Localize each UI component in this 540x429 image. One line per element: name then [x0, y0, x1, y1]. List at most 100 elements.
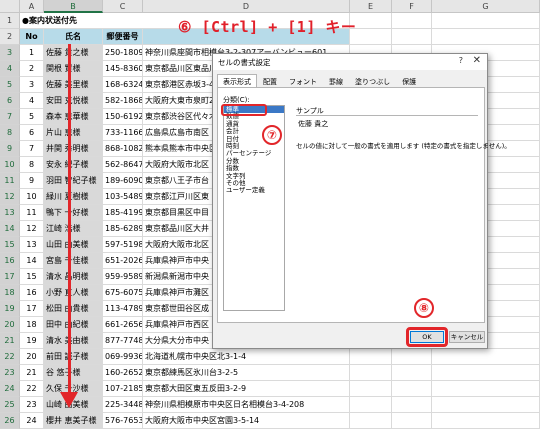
- empty-cell[interactable]: [432, 349, 540, 365]
- row-header[interactable]: 20: [0, 317, 20, 333]
- name-cell[interactable]: 江崎 浩様: [44, 221, 103, 237]
- no-cell[interactable]: 11: [20, 205, 44, 221]
- column-header-a[interactable]: A: [20, 0, 44, 13]
- no-cell[interactable]: 24: [20, 413, 44, 429]
- name-cell[interactable]: 清水 美由様: [44, 333, 103, 349]
- zip-cell[interactable]: 150-6192: [103, 109, 143, 125]
- dialog-tab[interactable]: 塗りつぶし: [349, 74, 396, 88]
- row-header[interactable]: 2: [0, 29, 20, 45]
- zip-cell[interactable]: 597-5198: [103, 237, 143, 253]
- row-header[interactable]: 15: [0, 237, 20, 253]
- empty-cell[interactable]: [392, 397, 432, 413]
- no-cell[interactable]: 6: [20, 125, 44, 141]
- empty-cell[interactable]: [350, 365, 392, 381]
- no-cell[interactable]: 23: [20, 397, 44, 413]
- row-header[interactable]: 7: [0, 109, 20, 125]
- name-cell[interactable]: 安田 克悦様: [44, 93, 103, 109]
- no-cell[interactable]: 2: [20, 61, 44, 77]
- row-header[interactable]: 26: [0, 413, 20, 429]
- zip-cell[interactable]: 582-1868: [103, 93, 143, 109]
- name-cell[interactable]: 田中 由紀様: [44, 317, 103, 333]
- no-cell[interactable]: 18: [20, 317, 44, 333]
- address-cell[interactable]: 神奈川県相模原市中央区日名相模台3-4-208: [143, 397, 350, 413]
- row-header[interactable]: 19: [0, 301, 20, 317]
- name-cell[interactable]: 片山 恵様: [44, 125, 103, 141]
- zip-cell[interactable]: 103-5489: [103, 189, 143, 205]
- row-header[interactable]: 16: [0, 253, 20, 269]
- empty-cell[interactable]: [392, 13, 432, 29]
- header-no-cell[interactable]: No: [20, 29, 44, 45]
- name-cell[interactable]: 関根 賢様: [44, 61, 103, 77]
- no-cell[interactable]: 5: [20, 109, 44, 125]
- empty-cell[interactable]: [432, 365, 540, 381]
- column-header-f[interactable]: F: [392, 0, 432, 13]
- row-header[interactable]: 25: [0, 397, 20, 413]
- dialog-tab[interactable]: フォント: [283, 74, 323, 88]
- no-cell[interactable]: 16: [20, 285, 44, 301]
- no-cell[interactable]: 19: [20, 333, 44, 349]
- empty-cell[interactable]: [350, 349, 392, 365]
- dialog-tab[interactable]: 罫線: [323, 74, 349, 88]
- no-cell[interactable]: 22: [20, 381, 44, 397]
- no-cell[interactable]: 21: [20, 365, 44, 381]
- row-header[interactable]: 22: [0, 349, 20, 365]
- row-header[interactable]: 12: [0, 189, 20, 205]
- row-header[interactable]: 13: [0, 205, 20, 221]
- name-cell[interactable]: 佐藤 貴之様: [44, 45, 103, 61]
- empty-cell[interactable]: [432, 381, 540, 397]
- empty-cell[interactable]: [432, 413, 540, 429]
- zip-cell[interactable]: 185-4199: [103, 205, 143, 221]
- address-cell[interactable]: 東京都練馬区氷川台3-2-5: [143, 365, 350, 381]
- empty-cell[interactable]: [392, 349, 432, 365]
- empty-cell[interactable]: [432, 13, 540, 29]
- row-header[interactable]: 18: [0, 285, 20, 301]
- no-cell[interactable]: 15: [20, 269, 44, 285]
- zip-cell[interactable]: 562-8647: [103, 157, 143, 173]
- row-header[interactable]: 3: [0, 45, 20, 61]
- zip-cell[interactable]: 250-1809: [103, 45, 143, 61]
- name-cell[interactable]: 清水 昌明様: [44, 269, 103, 285]
- empty-cell[interactable]: [392, 413, 432, 429]
- no-cell[interactable]: 14: [20, 253, 44, 269]
- name-cell[interactable]: 小野 直人様: [44, 285, 103, 301]
- no-cell[interactable]: 10: [20, 189, 44, 205]
- zip-cell[interactable]: 168-6324: [103, 77, 143, 93]
- no-cell[interactable]: 20: [20, 349, 44, 365]
- name-cell[interactable]: 井関 秀明様: [44, 141, 103, 157]
- no-cell[interactable]: 3: [20, 77, 44, 93]
- no-cell[interactable]: 9: [20, 173, 44, 189]
- name-cell[interactable]: 前田 誠子様: [44, 349, 103, 365]
- row-header[interactable]: 23: [0, 365, 20, 381]
- no-cell[interactable]: 13: [20, 237, 44, 253]
- row-header[interactable]: 6: [0, 93, 20, 109]
- name-cell[interactable]: 櫻井 恵美子様: [44, 413, 103, 429]
- zip-cell[interactable]: 661-2656: [103, 317, 143, 333]
- close-icon[interactable]: ✕: [473, 55, 481, 66]
- select-all-corner[interactable]: [0, 0, 20, 13]
- name-cell[interactable]: 緑川 夏樹様: [44, 189, 103, 205]
- zip-cell[interactable]: 225-3448: [103, 397, 143, 413]
- zip-cell[interactable]: 877-7748: [103, 333, 143, 349]
- category-item[interactable]: ユーザー定義: [224, 186, 284, 194]
- empty-cell[interactable]: [392, 381, 432, 397]
- empty-cell[interactable]: [392, 29, 432, 45]
- row-header[interactable]: 10: [0, 157, 20, 173]
- no-cell[interactable]: 12: [20, 221, 44, 237]
- zip-cell[interactable]: 675-6075: [103, 285, 143, 301]
- column-header-c[interactable]: C: [103, 0, 143, 13]
- row-header[interactable]: 14: [0, 221, 20, 237]
- zip-cell[interactable]: 113-4789: [103, 301, 143, 317]
- empty-cell[interactable]: [432, 29, 540, 45]
- row-header[interactable]: 24: [0, 381, 20, 397]
- name-cell[interactable]: 森本 恵華様: [44, 109, 103, 125]
- address-cell[interactable]: 大阪府大阪市中央区宮園3-5-14: [143, 413, 350, 429]
- dialog-tab[interactable]: 配置: [257, 74, 283, 88]
- zip-cell[interactable]: 145-8360: [103, 61, 143, 77]
- column-header-e[interactable]: E: [350, 0, 392, 13]
- name-cell[interactable]: 谷 悠子様: [44, 365, 103, 381]
- dialog-tab[interactable]: 表示形式: [217, 74, 257, 88]
- name-cell[interactable]: 山田 由美様: [44, 237, 103, 253]
- empty-cell[interactable]: [350, 397, 392, 413]
- row-header[interactable]: 17: [0, 269, 20, 285]
- dialog-tab[interactable]: 保護: [396, 74, 422, 88]
